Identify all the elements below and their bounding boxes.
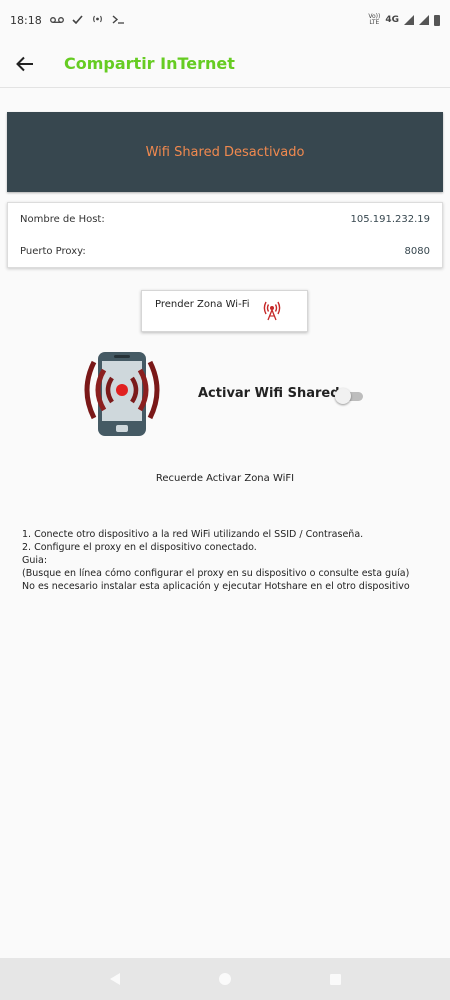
enable-hotspot-label: Prender Zona Wi-Fi — [155, 299, 250, 310]
back-button[interactable] — [0, 40, 50, 88]
instructions: 1. Conecte otro dispositivo a la red WiF… — [22, 528, 442, 593]
page-title: Compartir InTernet — [64, 54, 235, 73]
host-row: Nombre de Host: 105.191.232.19 — [20, 203, 430, 235]
broadcast-icon — [91, 14, 104, 27]
reminder-text: Recuerde Activar Zona WiFI — [155, 473, 295, 484]
volte-indicator: Vo)) LTE — [368, 14, 380, 26]
app-bar: Compartir InTernet — [0, 40, 450, 88]
check-icon — [72, 14, 83, 27]
activate-wifi-shared-label: Activar Wifi Shared — [198, 386, 340, 401]
voicemail-icon — [49, 14, 64, 27]
proxy-row: Puerto Proxy: 8080 — [20, 235, 430, 267]
instruction-line: Guia: — [22, 555, 48, 566]
phone-broadcast-icon — [84, 350, 160, 438]
activate-wifi-shared-toggle[interactable] — [335, 388, 365, 404]
nav-recents-icon[interactable] — [329, 973, 341, 985]
status-bar-right: Vo)) LTE 4G — [368, 14, 440, 26]
instruction-line: (Busque en línea cómo configurar el prox… — [22, 568, 410, 579]
status-bar-left: 18:18 — [10, 14, 125, 27]
wifi-hotspot-icon — [262, 299, 282, 325]
host-label: Nombre de Host: — [20, 213, 105, 225]
terminal-icon — [112, 14, 125, 27]
signal-icon — [404, 15, 414, 25]
navigation-bar — [0, 958, 450, 1000]
proxy-value: 8080 — [404, 245, 430, 257]
volte-text-bottom: LTE — [369, 19, 380, 26]
battery-icon — [434, 14, 440, 26]
instruction-line: No es necesario instalar esta aplicación… — [22, 581, 410, 592]
network-type: 4G — [385, 15, 399, 25]
toggle-thumb — [335, 388, 351, 404]
status-bar: 18:18 Vo)) LTE 4G — [0, 0, 450, 40]
status-banner: Wifi Shared Desactivado — [7, 112, 443, 192]
connection-info-card: Nombre de Host: 105.191.232.19 Puerto Pr… — [7, 202, 443, 268]
instruction-line: 2. Configure el proxy en el dispositivo … — [22, 542, 257, 553]
nav-home-icon[interactable] — [218, 973, 231, 985]
proxy-label: Puerto Proxy: — [20, 245, 86, 257]
enable-hotspot-button[interactable]: Prender Zona Wi-Fi — [141, 290, 308, 332]
status-banner-text: Wifi Shared Desactivado — [145, 144, 305, 160]
signal-icon-2 — [419, 15, 429, 25]
nav-back-icon[interactable] — [109, 973, 120, 985]
arrow-left-icon — [16, 56, 33, 71]
host-value: 105.191.232.19 — [350, 213, 430, 225]
clock: 18:18 — [10, 13, 42, 27]
instruction-line: 1. Conecte otro dispositivo a la red WiF… — [22, 529, 364, 540]
